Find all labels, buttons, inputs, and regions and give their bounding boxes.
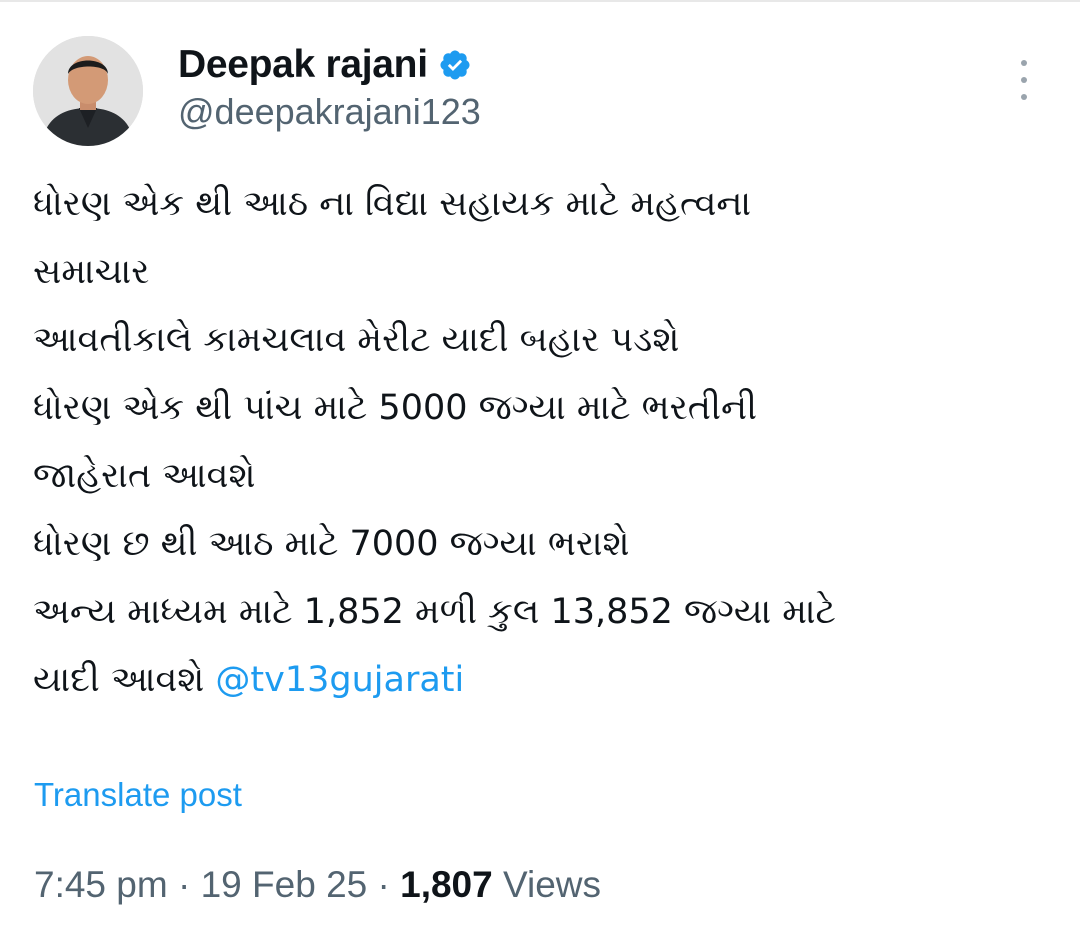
more-options-icon[interactable] bbox=[1012, 60, 1036, 100]
more-dot bbox=[1021, 77, 1027, 83]
post-meta: 7:45 pm · 19 Feb 25 · 1,807 Views bbox=[34, 864, 601, 906]
display-name[interactable]: Deepak rajani bbox=[178, 43, 428, 87]
views-count: 1,807 bbox=[400, 864, 493, 905]
mention-link[interactable]: @tv13gujarati bbox=[215, 660, 464, 700]
post-date[interactable]: 19 Feb 25 bbox=[201, 864, 368, 905]
post-line: આવતીકાલે કામચલાવ મેરીટ યાદી બહાર પડશે bbox=[33, 320, 680, 360]
top-divider bbox=[0, 0, 1080, 2]
post-line-last: યાદી આવશે @tv13gujarati bbox=[33, 646, 1043, 714]
avatar[interactable] bbox=[33, 36, 143, 146]
meta-separator: · bbox=[377, 864, 390, 905]
author-handle[interactable]: @deepakrajani123 bbox=[178, 91, 481, 133]
post-time[interactable]: 7:45 pm bbox=[34, 864, 168, 905]
post-line: ધોરણ એક થી આઠ ના વિદ્યા સહાયક માટે મહત્વ… bbox=[33, 184, 752, 224]
views-label: Views bbox=[503, 864, 602, 905]
post-line: અન્ય માધ્યમ માટે 1,852 મળી કુલ 13,852 જગ… bbox=[33, 592, 836, 632]
more-dot bbox=[1021, 60, 1027, 66]
verified-badge-icon bbox=[440, 50, 470, 80]
post-line: ધોરણ છ થી આઠ માટે 7000 જગ્યા ભરાશે bbox=[33, 524, 630, 564]
post-line: ધોરણ એક થી પાંચ માટે 5000 જગ્યા માટે ભરત… bbox=[33, 388, 758, 428]
more-dot bbox=[1021, 94, 1027, 100]
author-name-row: Deepak rajani bbox=[178, 40, 472, 90]
post-line: જાહેરાત આવશે bbox=[33, 456, 256, 496]
post-text: ધોરણ એક થી આઠ ના વિદ્યા સહાયક માટે મહત્વ… bbox=[33, 170, 1043, 714]
post-line-text: યાદી આવશે bbox=[33, 660, 205, 700]
avatar-image bbox=[33, 36, 143, 146]
translate-post-link[interactable]: Translate post bbox=[34, 776, 242, 814]
meta-separator: · bbox=[177, 864, 191, 905]
post-line: સમાચાર bbox=[33, 252, 150, 292]
